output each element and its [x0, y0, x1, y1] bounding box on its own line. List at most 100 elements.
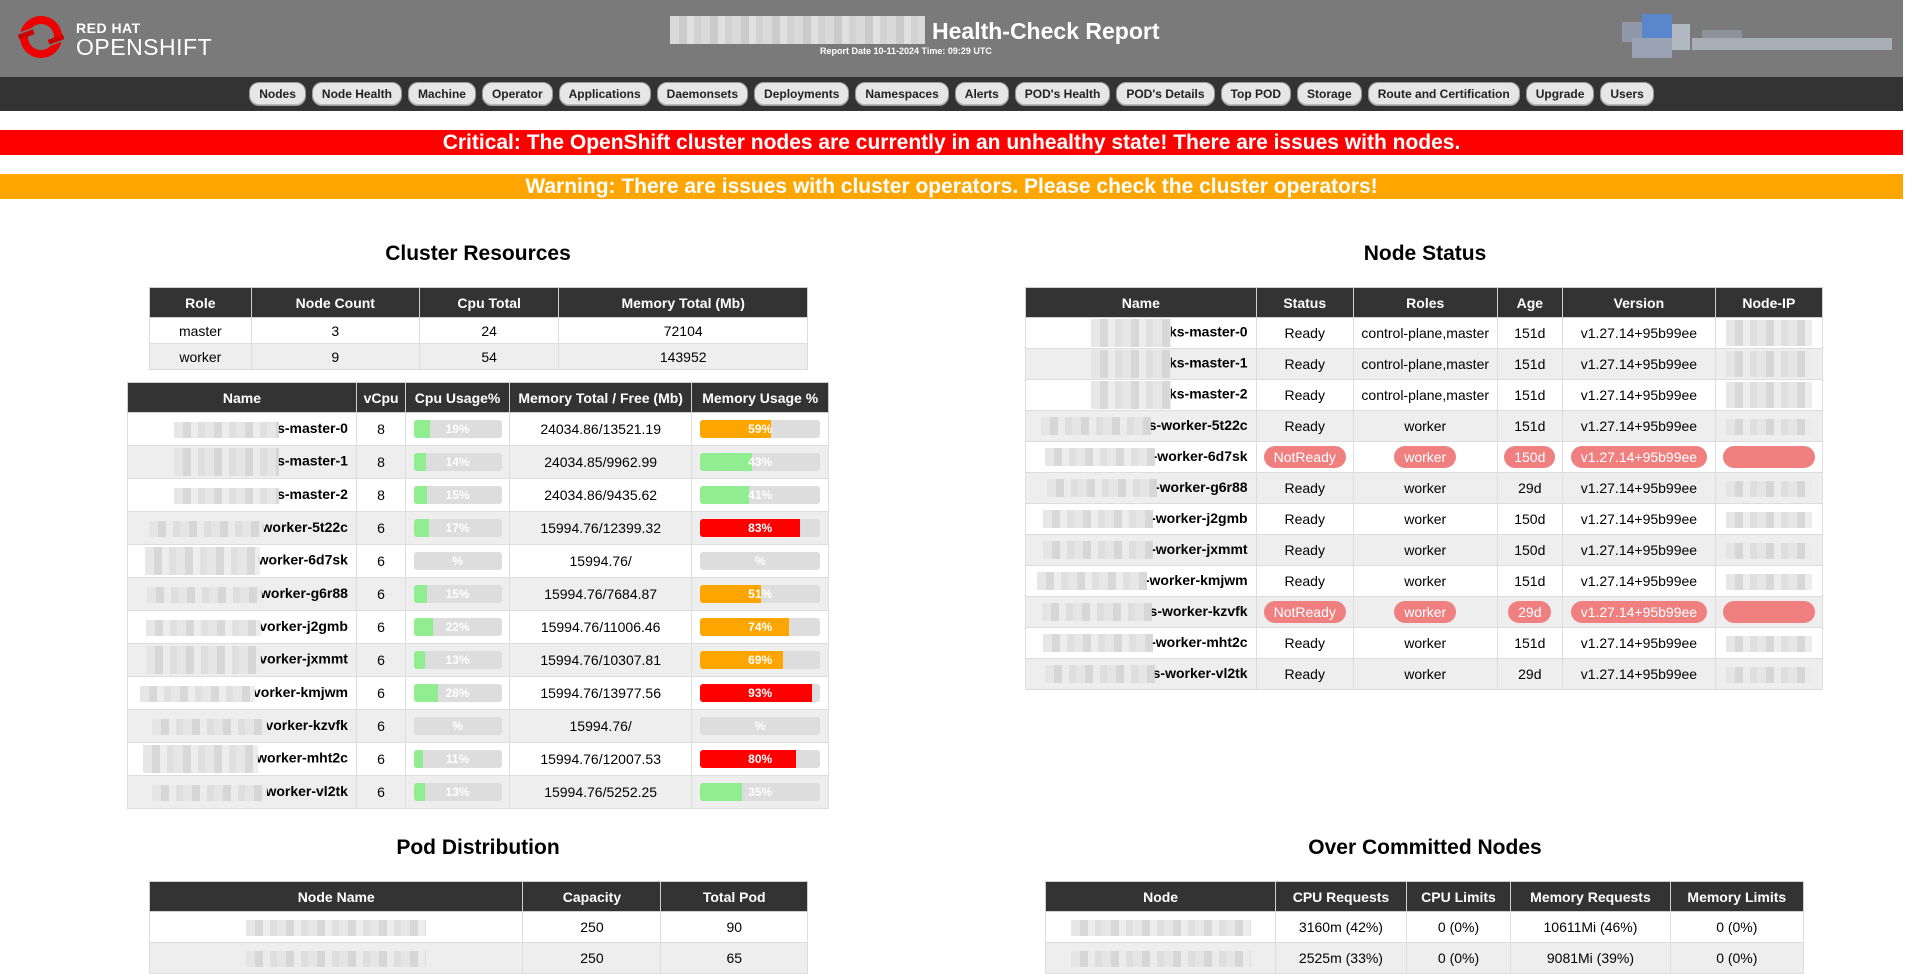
vcpu-cell: 6	[355, 709, 407, 743]
critical-alert-banner: Critical: The OpenShift cluster nodes ar…	[0, 130, 1903, 155]
table-cell: 3	[250, 317, 420, 344]
roles-cell: worker	[1352, 596, 1498, 628]
redacted-node-prefix	[1043, 541, 1154, 560]
cpu-usage-cell: 22%	[405, 610, 510, 644]
table-row: -worker-j2gmb Ready worker 150d v1.27.14+95b…	[1025, 503, 1824, 535]
nav-button-upgrade[interactable]: Upgrade	[1525, 82, 1595, 106]
nav-button-deployments[interactable]: Deployments	[754, 82, 850, 106]
nav-button-applications[interactable]: Applications	[558, 82, 651, 106]
node-ip-cell	[1714, 503, 1824, 535]
node-ip-cell	[1714, 410, 1824, 442]
redacted-ip-badge	[1722, 446, 1815, 468]
redacted-node-prefix	[1043, 634, 1154, 653]
roles-cell: control-plane,master	[1352, 348, 1498, 380]
cpu-usage-bar: 17%	[413, 519, 502, 538]
column-header-cpu-limits: CPU Limits	[1405, 881, 1512, 912]
redacted-logo-icon	[1622, 14, 1892, 58]
report-header: RED HAT OPENSHIFT Health-Check Report Re…	[0, 0, 1903, 77]
node-name: worker-5t22c	[261, 519, 348, 536]
redacted-ip	[1725, 320, 1812, 346]
node-name: vorker-j2gmb	[259, 618, 348, 635]
table-header-row: Name Status Roles Age Version Node-IP	[1025, 287, 1824, 318]
nav-button-storage[interactable]: Storage	[1297, 82, 1362, 106]
node-name-cell: worker-vl2tk	[127, 775, 357, 809]
version-cell: v1.27.14+95b99ee	[1562, 317, 1716, 349]
cpu-usage-cell: 11%	[405, 742, 510, 776]
column-header-version: Version	[1562, 287, 1716, 318]
table-row: -worker-jxmmt Ready worker 150d v1.27.14+95b…	[1025, 534, 1824, 566]
node-name-cell: vorker-kmjwm	[127, 676, 357, 710]
redacted-ip	[1725, 382, 1812, 408]
cpu-usage-bar-label: %	[452, 554, 463, 569]
node-name: worker-vl2tk	[265, 783, 348, 800]
redacted-ip	[1725, 635, 1812, 652]
table-cell: 90	[660, 911, 808, 943]
memory-usage-cell: 43%	[691, 445, 829, 479]
cpu-usage-bar-label: 22%	[445, 620, 470, 635]
node-name: -worker-mht2c	[1151, 633, 1248, 650]
node-name: -worker-j2gmb	[1151, 509, 1248, 526]
node-ip-cell	[1714, 472, 1824, 504]
node-name-cell: worker-5t22c	[127, 511, 357, 545]
memory-usage-bar-label: 59%	[748, 422, 773, 437]
redacted-node-prefix	[152, 784, 268, 801]
nav-button-operator[interactable]: Operator	[481, 82, 553, 106]
table-row: s-worker-kzvfk NotReady worker 29d v1.27.14+…	[1025, 596, 1824, 628]
redacted-ip	[1725, 542, 1812, 559]
redacted-node-prefix	[1041, 603, 1152, 622]
node-name: ks-master-0	[1168, 323, 1248, 340]
node-name-cell	[1044, 911, 1277, 943]
cpu-usage-bar-label: 11%	[445, 752, 470, 767]
memory-usage-bar-label: 35%	[748, 785, 773, 800]
status-cell: NotReady	[1255, 441, 1354, 473]
cpu-usage-bar: %	[413, 717, 502, 736]
age-cell: 151d	[1496, 565, 1564, 597]
nav-button-top-pod[interactable]: Top POD	[1220, 82, 1291, 106]
over-committed-table: Node CPU Requests CPU Limits Memory Request…	[1044, 881, 1805, 974]
column-header-node-ip: Node-IP	[1714, 287, 1824, 318]
version-badge: v1.27.14+95b99ee	[1570, 446, 1708, 468]
node-ip-cell	[1714, 565, 1824, 597]
redacted-node-name	[1070, 919, 1251, 936]
table-cell: 9081Mi (39%)	[1510, 942, 1671, 974]
node-name-cell: -worker-jxmmt	[1025, 534, 1257, 566]
cpu-usage-bar-label: 14%	[445, 455, 470, 470]
nav-button-daemonsets[interactable]: Daemonsets	[656, 82, 749, 106]
cluster-resources-title: Cluster Resources	[385, 242, 571, 265]
nav-button-machine[interactable]: Machine	[407, 82, 476, 106]
node-name: s-master-0	[277, 420, 348, 437]
nav-button-node-health[interactable]: Node Health	[311, 82, 402, 106]
nav-button-namespaces[interactable]: Namespaces	[855, 82, 949, 106]
nav-button-pod-s-health[interactable]: POD's Health	[1014, 82, 1111, 106]
cpu-usage-cell: 15%	[405, 478, 510, 512]
memory-usage-bar: 93%	[700, 684, 821, 703]
nav-button-pod-s-details[interactable]: POD's Details	[1116, 82, 1215, 106]
report-date: Report Date 10-11-2024 Time: 09:29 UTC	[820, 46, 992, 56]
node-name: s-worker-vl2tk	[1152, 664, 1248, 681]
redacted-ip	[1725, 573, 1812, 590]
cpu-usage-cell: 14%	[405, 445, 510, 479]
cpu-usage-cell: 15%	[405, 577, 510, 611]
cpu-usage-cell: 28%	[405, 676, 510, 710]
status-cell: Ready	[1255, 658, 1354, 690]
vcpu-cell: 6	[355, 511, 407, 545]
nav-button-users[interactable]: Users	[1600, 82, 1654, 106]
vcpu-cell: 6	[355, 544, 407, 578]
memory-usage-bar-label: 51%	[748, 587, 773, 602]
roles-cell: worker	[1352, 503, 1498, 535]
nav-button-nodes[interactable]: Nodes	[249, 82, 306, 106]
node-name: vorker-kzvfk	[265, 717, 348, 734]
cpu-usage-bar: 13%	[413, 783, 502, 802]
table-row: worker-vl2tk 6 13% 15994.76/5252.25 35%	[127, 775, 829, 809]
column-header-total-pod: Total Pod	[660, 881, 808, 912]
table-row: 3160m (42%) 0 (0%) 10611Mi (46%) 0 (0%)	[1044, 911, 1805, 943]
version-cell: v1.27.14+95b99ee	[1562, 658, 1716, 690]
cpu-usage-bar-label: 17%	[445, 521, 470, 536]
version-cell: v1.27.14+95b99ee	[1562, 534, 1716, 566]
nav-button-alerts[interactable]: Alerts	[954, 82, 1009, 106]
node-ip-cell	[1714, 534, 1824, 566]
memory-usage-cell: %	[691, 709, 829, 743]
redacted-ip	[1725, 418, 1812, 435]
age-cell: 29d	[1496, 472, 1564, 504]
nav-button-route-and-certification[interactable]: Route and Certification	[1367, 82, 1520, 106]
